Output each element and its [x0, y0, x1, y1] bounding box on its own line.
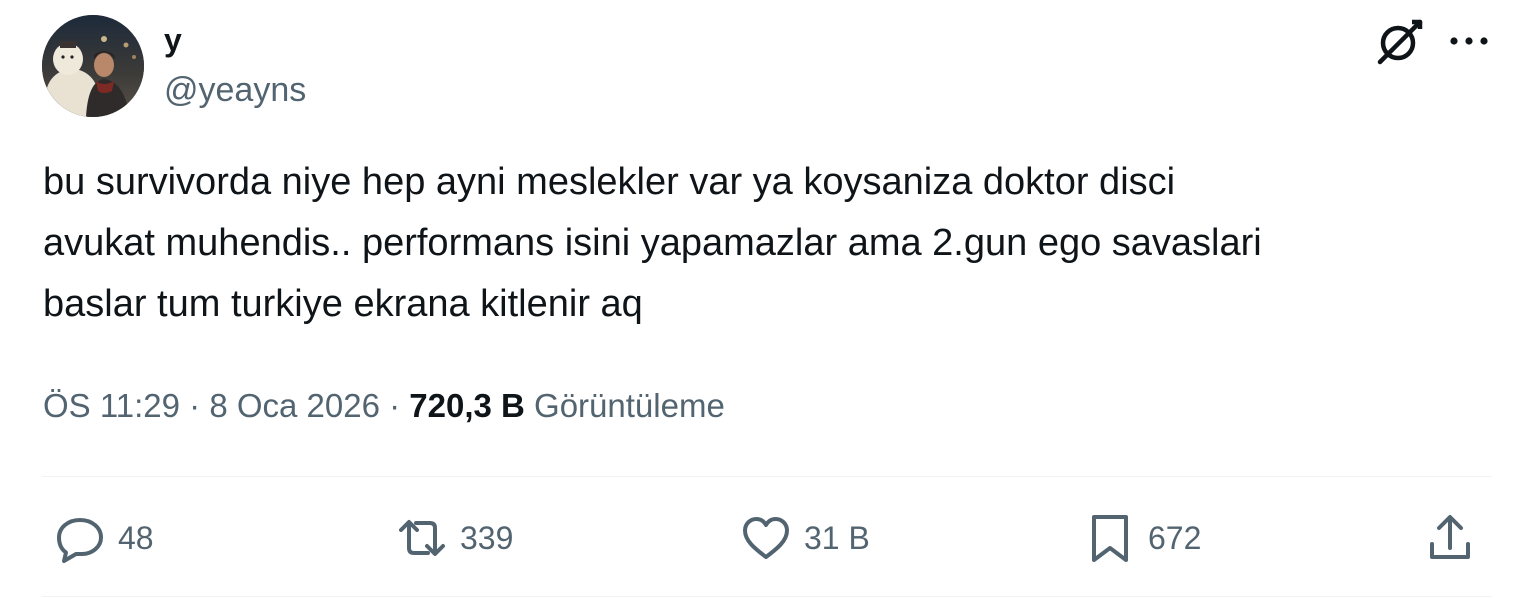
reply-button[interactable]: 48 — [54, 508, 154, 568]
like-button[interactable]: 31 B — [740, 508, 870, 568]
bookmark-count: 672 — [1148, 520, 1202, 556]
views-count[interactable]: 720,3 B — [409, 387, 525, 424]
share-button[interactable] — [1424, 508, 1476, 568]
tweet-card: y @yeayns bu survivorda niye hep ayni me… — [0, 0, 1526, 598]
repost-count: 339 — [460, 520, 514, 556]
like-icon — [740, 512, 792, 564]
avatar-image — [42, 15, 144, 117]
reply-count: 48 — [118, 520, 154, 556]
repost-button[interactable]: 339 — [396, 508, 513, 568]
meta-separator: · — [379, 387, 410, 424]
reply-icon — [54, 512, 106, 564]
like-count: 31 B — [804, 520, 870, 556]
repost-icon — [396, 512, 448, 564]
author-display-name[interactable]: y — [164, 22, 182, 58]
author-handle[interactable]: @yeayns — [164, 70, 306, 110]
tweet-meta: ÖS 11:29 · 8 Oca 2026 · 720,3 B Görüntül… — [43, 385, 725, 427]
views-label: Görüntüleme — [534, 387, 725, 424]
avatar[interactable] — [42, 15, 144, 117]
bookmark-icon — [1084, 512, 1136, 564]
tweet-time[interactable]: ÖS 11:29 — [43, 387, 180, 424]
more-icon[interactable] — [1444, 24, 1494, 58]
divider — [42, 596, 1492, 597]
share-icon — [1424, 512, 1476, 564]
meta-separator: · — [179, 387, 210, 424]
divider — [42, 476, 1492, 477]
tweet-date[interactable]: 8 Oca 2026 — [209, 387, 380, 424]
grok-icon[interactable] — [1374, 16, 1426, 66]
bookmark-button[interactable]: 672 — [1084, 508, 1201, 568]
tweet-text: bu survivorda niye hep ayni meslekler va… — [43, 161, 1262, 325]
